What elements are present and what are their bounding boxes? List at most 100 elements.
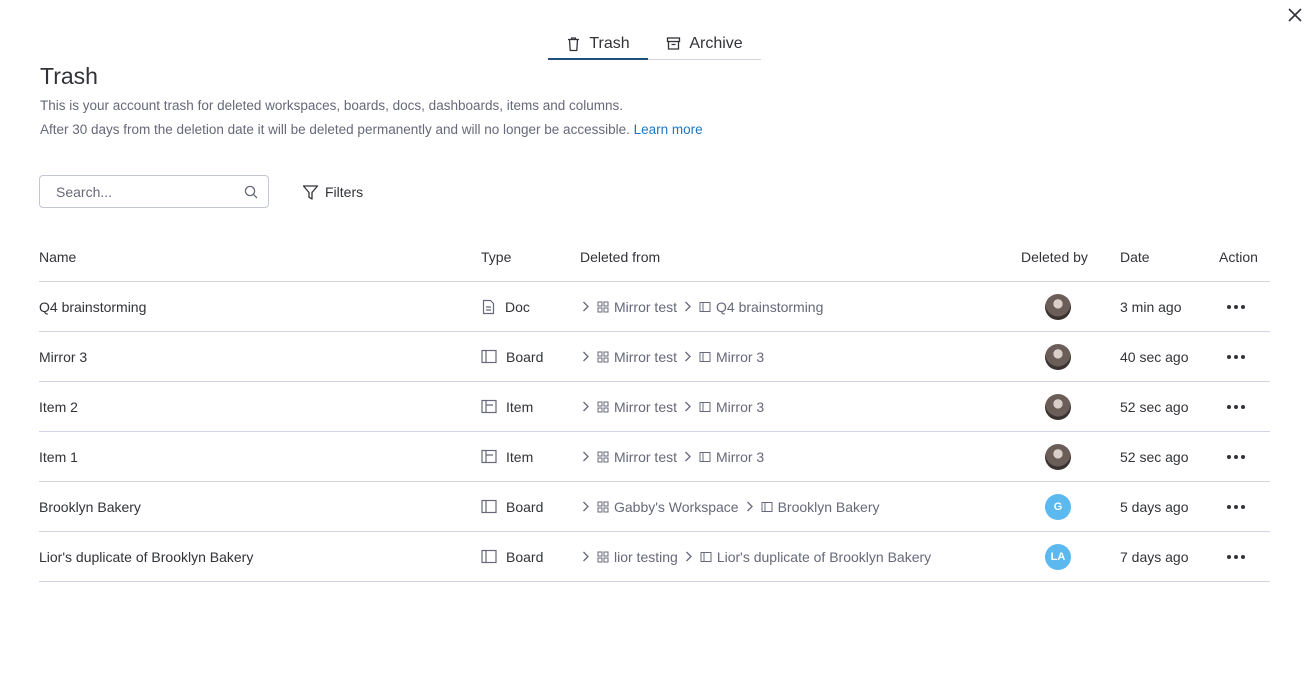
breadcrumb-workspace[interactable]: Mirror test <box>597 399 677 415</box>
workspace-grid-icon <box>597 401 609 412</box>
breadcrumb-board-label: Mirror 3 <box>716 348 765 365</box>
row-type-label: Board <box>506 348 544 365</box>
breadcrumb-workspace-label: Mirror test <box>614 448 677 465</box>
archive-icon <box>667 37 681 50</box>
chevron-right-icon <box>582 551 590 562</box>
row-name: Brooklyn Bakery <box>39 498 141 515</box>
row-actions-menu[interactable] <box>1224 482 1248 531</box>
row-type: Board <box>481 332 543 381</box>
row-type-label: Doc <box>505 298 530 315</box>
col-type-header: Type <box>481 248 512 265</box>
filters-button[interactable]: Filters <box>302 180 363 204</box>
board-small-icon <box>700 551 712 562</box>
item-icon <box>481 399 497 414</box>
chevron-right-icon <box>582 301 590 312</box>
row-breadcrumb: Mirror test Mirror 3 <box>580 382 764 431</box>
row-name: Mirror 3 <box>39 348 88 365</box>
chevron-right-icon <box>684 451 692 462</box>
table-header: Name Type Deleted from Deleted by Date A… <box>39 232 1270 282</box>
description-line-1: This is your account trash for deleted w… <box>40 98 624 113</box>
row-date: 40 sec ago <box>1120 348 1189 365</box>
row-breadcrumb: Mirror test Q4 brainstorming <box>580 282 823 331</box>
breadcrumb-workspace[interactable]: Mirror test <box>597 299 677 315</box>
workspace-grid-icon <box>597 351 609 362</box>
row-deleted-by <box>1045 432 1071 481</box>
breadcrumb-board[interactable]: Mirror 3 <box>699 399 764 415</box>
item-icon <box>481 449 497 464</box>
row-breadcrumb: lior testing Lior's duplicate of Brookly… <box>580 532 931 581</box>
row-actions-menu[interactable] <box>1224 432 1248 481</box>
chevron-right-icon <box>684 401 692 412</box>
search-input[interactable] <box>56 183 244 200</box>
description-text: After 30 days from the deletion date it … <box>40 122 630 137</box>
breadcrumb-board[interactable]: Lior's duplicate of Brooklyn Bakery <box>700 549 931 565</box>
chevron-right-icon <box>582 401 590 412</box>
breadcrumb-workspace[interactable]: Mirror test <box>597 349 677 365</box>
filters-label: Filters <box>325 184 364 200</box>
breadcrumb-board-label: Mirror 3 <box>716 398 765 415</box>
col-name-header: Name <box>39 248 77 265</box>
breadcrumb-board[interactable]: Brooklyn Bakery <box>761 499 880 515</box>
chevron-right-icon <box>684 301 692 312</box>
close-button[interactable] <box>1284 4 1306 26</box>
board-icon <box>481 549 497 564</box>
row-type: Item <box>481 432 533 481</box>
row-breadcrumb: Gabby's Workspace Brooklyn Bakery <box>580 482 880 531</box>
breadcrumb-board[interactable]: Mirror 3 <box>699 449 764 465</box>
breadcrumb-workspace[interactable]: Mirror test <box>597 449 677 465</box>
row-type: Board <box>481 532 543 581</box>
tab-trash[interactable]: Trash <box>548 28 648 60</box>
avatar <box>1045 343 1071 370</box>
table-row[interactable]: Item 1 Item Mirror test Mirror 3 52 sec … <box>39 432 1270 482</box>
breadcrumb-workspace[interactable]: Gabby's Workspace <box>597 499 739 515</box>
tab-bar: Trash Archive <box>548 28 761 60</box>
row-breadcrumb: Mirror test Mirror 3 <box>580 432 764 481</box>
table-row[interactable]: Q4 brainstorming Doc Mirror test Q4 brai… <box>39 282 1270 332</box>
row-name: Q4 brainstorming <box>39 298 147 315</box>
row-date: 5 days ago <box>1120 498 1189 515</box>
table-row[interactable]: Brooklyn Bakery Board Gabby's Workspace … <box>39 482 1270 532</box>
learn-more-link[interactable]: Learn more <box>634 122 703 137</box>
table-row[interactable]: Item 2 Item Mirror test Mirror 3 52 sec … <box>39 382 1270 432</box>
row-breadcrumb: Mirror test Mirror 3 <box>580 332 764 381</box>
chevron-right-icon <box>685 551 693 562</box>
row-type-label: Board <box>506 548 544 565</box>
row-name: Item 2 <box>39 398 78 415</box>
breadcrumb-workspace-label: lior testing <box>614 548 678 565</box>
board-small-icon <box>699 351 711 362</box>
doc-icon <box>482 299 495 314</box>
row-date: 52 sec ago <box>1120 448 1189 465</box>
description-line-2: After 30 days from the deletion date it … <box>40 122 703 137</box>
breadcrumb-board-label: Mirror 3 <box>716 448 765 465</box>
breadcrumb-board[interactable]: Mirror 3 <box>699 349 764 365</box>
row-actions-menu[interactable] <box>1224 332 1248 381</box>
row-actions-menu[interactable] <box>1224 532 1248 581</box>
col-date-header: Date <box>1120 248 1150 265</box>
col-action-header: Action <box>1219 248 1258 265</box>
breadcrumb-board[interactable]: Q4 brainstorming <box>699 299 823 315</box>
chevron-right-icon <box>684 351 692 362</box>
row-type: Item <box>481 382 533 431</box>
row-actions-menu[interactable] <box>1224 382 1248 431</box>
row-deleted-by <box>1045 282 1071 331</box>
trash-table: Name Type Deleted from Deleted by Date A… <box>39 232 1270 582</box>
tab-archive[interactable]: Archive <box>648 28 761 59</box>
chevron-right-icon <box>746 501 754 512</box>
row-deleted-by <box>1045 332 1071 381</box>
table-row[interactable]: Lior's duplicate of Brooklyn Bakery Boar… <box>39 532 1270 582</box>
breadcrumb-board-label: Q4 brainstorming <box>716 298 824 315</box>
breadcrumb-workspace-label: Mirror test <box>614 398 677 415</box>
close-icon <box>1288 8 1302 22</box>
row-actions-menu[interactable] <box>1224 282 1248 331</box>
breadcrumb-board-label: Brooklyn Bakery <box>777 498 880 515</box>
board-small-icon <box>699 401 711 412</box>
breadcrumb-workspace[interactable]: lior testing <box>597 549 678 565</box>
trash-icon <box>568 36 580 51</box>
avatar: G <box>1045 493 1071 520</box>
row-date: 7 days ago <box>1120 548 1189 565</box>
search-field[interactable] <box>39 175 269 208</box>
row-deleted-by: G <box>1045 482 1071 531</box>
row-date: 52 sec ago <box>1120 398 1189 415</box>
row-name: Lior's duplicate of Brooklyn Bakery <box>39 548 254 565</box>
table-row[interactable]: Mirror 3 Board Mirror test Mirror 3 40 s… <box>39 332 1270 382</box>
